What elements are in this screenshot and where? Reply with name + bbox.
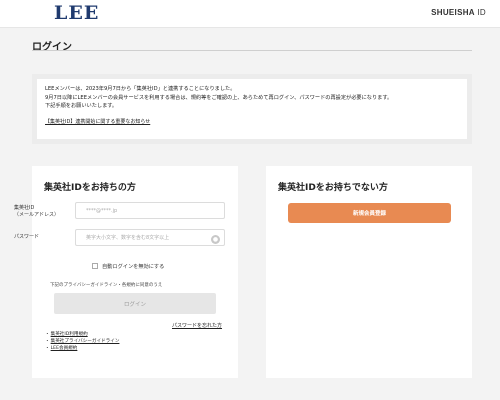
agree-text: 下記のプライバシーガイドライン・各規約に同意のうえ [50, 283, 163, 288]
terms-of-use-link[interactable]: 集英社ID利用規約 [51, 332, 88, 337]
shueisha-id-brand: SHUEISHA ID [431, 8, 486, 17]
password-field[interactable] [75, 229, 225, 246]
register-button[interactable]: 新規会員登録 [288, 203, 451, 223]
brand-name: SHUEISHA [431, 8, 475, 17]
id-label-main: 集英社ID [14, 205, 35, 211]
login-button[interactable]: ログイン [54, 293, 216, 314]
notice-content: LEEメンバーは、2023年9月7日から「集英社ID」と連携することになりました… [37, 79, 467, 139]
auto-login-label: 自動ログインを無効にする [102, 264, 165, 270]
eye-icon[interactable]: ● [211, 235, 220, 244]
policy-link-item: ・集英社プライバシーガイドライン [45, 338, 119, 345]
privacy-guideline-link[interactable]: 集英社プライバシーガイドライン [51, 339, 120, 344]
notice-line-1: LEEメンバーは、2023年9月7日から「集英社ID」と連携することになりました… [45, 86, 236, 92]
notice-line-2: 9月7日以降にLEEメンバーの会員サービスを利用する場合は、規約等をご確認の上、… [45, 94, 393, 101]
password-label: パスワード [14, 234, 40, 240]
lee-member-terms-link[interactable]: LEE会員規約 [51, 346, 78, 351]
auto-login-checkbox[interactable] [92, 263, 98, 269]
email-field[interactable] [75, 202, 225, 219]
notice-box: LEEメンバーは、2023年9月7日から「集英社ID」と連携することになりました… [32, 74, 472, 144]
id-label-sub: （メールアドレス） [14, 212, 60, 218]
policy-links: ・集英社ID利用規約 ・集英社プライバシーガイドライン ・LEE会員規約 [45, 331, 119, 352]
bullet-icon: ・ [45, 339, 50, 344]
register-panel: 集英社IDをお持ちでない方 [266, 166, 472, 378]
login-panel-title: 集英社IDをお持ちの方 [44, 183, 136, 193]
bullet-icon: ・ [45, 346, 50, 351]
important-notice-link[interactable]: 【集英社ID】連携開始に関する重要なお知らせ [45, 118, 150, 127]
brand-suffix: ID [474, 8, 486, 17]
policy-link-item: ・LEE会員規約 [45, 345, 119, 352]
bullet-icon: ・ [45, 332, 50, 337]
site-header: LEE SHUEISHA ID [0, 0, 500, 28]
policy-link-item: ・集英社ID利用規約 [45, 331, 119, 338]
auto-login-option[interactable]: 自動ログインを無効にする [92, 263, 164, 270]
register-panel-title: 集英社IDをお持ちでない方 [278, 183, 388, 193]
lee-logo[interactable]: LEE [54, 2, 99, 24]
id-label: 集英社ID （メールアドレス） [14, 205, 59, 219]
forgot-password-link[interactable]: パスワードを忘れた方 [172, 322, 222, 329]
title-divider [32, 50, 472, 51]
notice-line-3: 下記手順をお願いいたします。 [45, 103, 118, 109]
